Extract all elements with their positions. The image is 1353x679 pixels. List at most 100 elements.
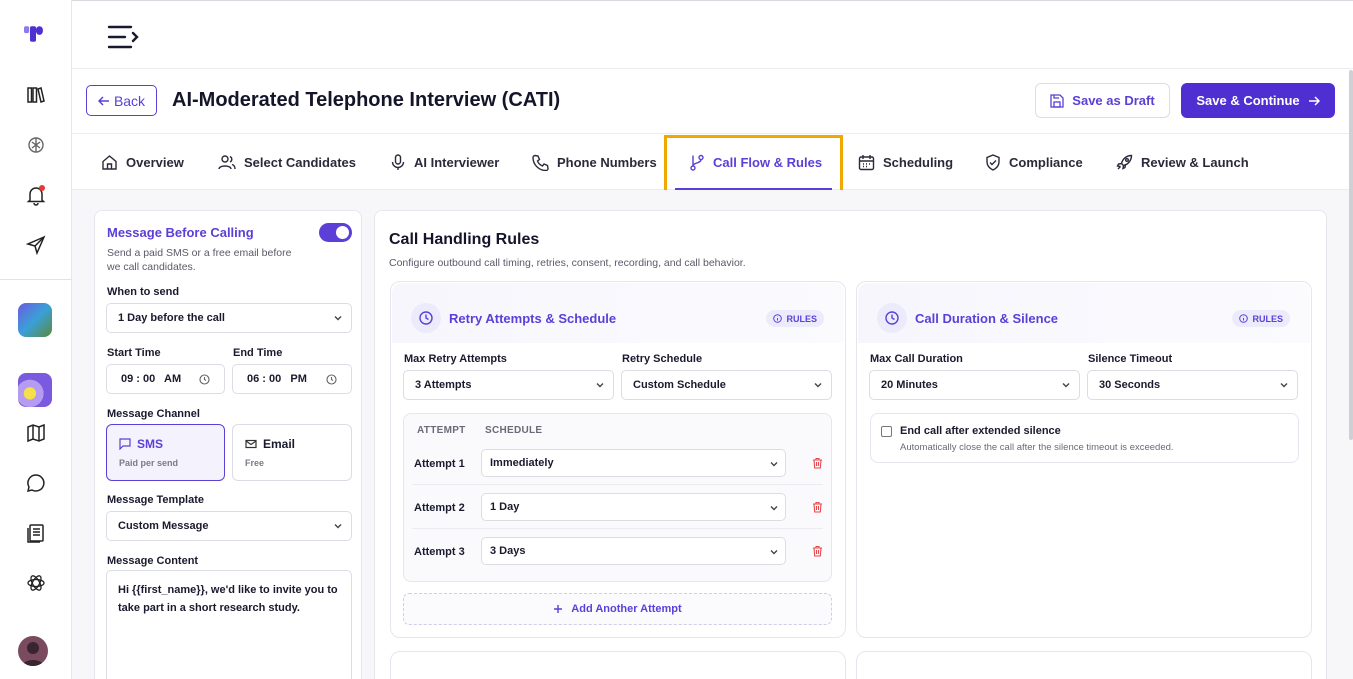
col-attempt-header: ATTEMPT bbox=[417, 425, 466, 436]
library-icon[interactable] bbox=[24, 83, 48, 107]
tab-review-launch[interactable]: Review & Launch bbox=[1116, 134, 1249, 191]
end-call-silence-option[interactable]: End call after extended silence Automati… bbox=[870, 413, 1299, 463]
call-handling-rules-panel: Call Handling Rules Configure outbound c… bbox=[374, 210, 1327, 679]
shield-check-icon bbox=[986, 154, 1000, 171]
desc-line-1: Send a paid SMS or a free email before bbox=[107, 247, 292, 259]
channel-email-option[interactable]: Email Free bbox=[232, 424, 352, 481]
panel-description: Send a paid SMS or a free email before w… bbox=[107, 246, 291, 274]
page-scrollbar[interactable] bbox=[1349, 70, 1353, 440]
workspace-avatar-2[interactable] bbox=[18, 373, 52, 407]
max-call-duration-select[interactable]: 20 Minutes bbox=[869, 370, 1080, 400]
save-draft-button[interactable]: Save as Draft bbox=[1035, 83, 1170, 118]
retry-schedule-label: Retry Schedule bbox=[622, 353, 703, 365]
panel-title: Message Before Calling bbox=[107, 225, 254, 240]
tab-label: Call Flow & Rules bbox=[713, 155, 823, 170]
channel-sms-option[interactable]: SMS Paid per send bbox=[106, 424, 225, 481]
end-time-value: 06 : 00 PM bbox=[247, 373, 307, 385]
start-time-input[interactable]: 09 : 00 AM bbox=[106, 364, 225, 394]
silence-timeout-label: Silence Timeout bbox=[1088, 353, 1173, 365]
openai-icon[interactable] bbox=[24, 133, 48, 157]
attempt-label: Attempt 1 bbox=[414, 458, 465, 470]
documents-icon[interactable] bbox=[24, 521, 48, 545]
workspace-avatar-1[interactable] bbox=[18, 303, 52, 337]
badge-label: RULES bbox=[1252, 313, 1283, 324]
save-icon bbox=[1050, 93, 1064, 108]
chevron-down-icon bbox=[596, 383, 604, 388]
atom-icon[interactable] bbox=[24, 571, 48, 595]
chevron-down-icon bbox=[334, 524, 342, 529]
chat-icon[interactable] bbox=[24, 471, 48, 495]
tab-ai-interviewer[interactable]: AI Interviewer bbox=[390, 134, 499, 191]
tab-label: Scheduling bbox=[883, 155, 954, 170]
brand-logo[interactable] bbox=[24, 22, 48, 46]
arrow-left-icon bbox=[97, 95, 109, 106]
next-rules-card bbox=[390, 651, 846, 679]
tab-label: Phone Numbers bbox=[557, 155, 657, 170]
notification-bell-icon[interactable] bbox=[24, 183, 48, 207]
tab-label: AI Interviewer bbox=[414, 155, 500, 170]
tab-compliance[interactable]: Compliance bbox=[985, 134, 1083, 191]
end-call-checkbox[interactable] bbox=[881, 426, 892, 437]
trash-icon[interactable] bbox=[812, 545, 823, 557]
microphone-icon bbox=[391, 154, 405, 170]
message-template-value: Custom Message bbox=[118, 520, 209, 532]
retry-schedule-select[interactable]: Custom Schedule bbox=[621, 370, 832, 400]
col-schedule-header: SCHEDULE bbox=[485, 425, 543, 436]
add-attempt-button[interactable]: Add Another Attempt bbox=[403, 593, 832, 625]
when-to-send-label: When to send bbox=[107, 286, 180, 298]
user-avatar[interactable] bbox=[18, 636, 48, 666]
map-icon[interactable] bbox=[24, 421, 48, 445]
page-title: AI-Moderated Telephone Interview (CATI) bbox=[172, 89, 561, 111]
end-time-label: End Time bbox=[233, 347, 283, 359]
arrow-right-icon bbox=[1308, 95, 1320, 106]
back-button[interactable]: Back bbox=[86, 85, 157, 116]
add-attempt-label: Add Another Attempt bbox=[571, 603, 682, 615]
top-bar bbox=[72, 0, 1353, 69]
max-retry-select[interactable]: 3 Attempts bbox=[403, 370, 614, 400]
users-icon bbox=[218, 155, 236, 170]
when-to-send-select[interactable]: 1 Day before the call bbox=[106, 303, 352, 333]
message-toggle[interactable] bbox=[319, 223, 352, 242]
message-template-select[interactable]: Custom Message bbox=[106, 511, 352, 541]
rules-title: Call Handling Rules bbox=[389, 231, 540, 248]
tab-label: Overview bbox=[126, 155, 184, 170]
rocket-icon bbox=[1116, 154, 1133, 170]
trash-icon[interactable] bbox=[812, 501, 823, 513]
retry-attempts-card: Retry Attempts & Schedule RULES Max Retr… bbox=[390, 281, 846, 638]
end-call-description: Automatically close the call after the s… bbox=[900, 442, 1174, 453]
message-content-textarea[interactable]: Hi {{first_name}}, we'd like to invite y… bbox=[106, 570, 352, 679]
row-divider bbox=[412, 484, 823, 485]
info-icon bbox=[1239, 314, 1249, 323]
attempt-3-select[interactable]: 3 Days bbox=[481, 537, 786, 565]
back-label: Back bbox=[113, 92, 146, 109]
info-icon bbox=[773, 314, 783, 323]
tab-call-flow-rules[interactable]: Call Flow & Rules bbox=[675, 134, 833, 191]
end-time-input[interactable]: 06 : 00 PM bbox=[232, 364, 352, 394]
send-icon[interactable] bbox=[24, 233, 48, 257]
attempt-value: 1 Day bbox=[490, 501, 520, 513]
tab-select-candidates[interactable]: Select Candidates bbox=[218, 134, 356, 191]
silence-timeout-select[interactable]: 30 Seconds bbox=[1087, 370, 1298, 400]
menu-toggle-icon[interactable] bbox=[107, 25, 139, 54]
tab-overview[interactable]: Overview bbox=[101, 134, 184, 191]
attempt-1-select[interactable]: Immediately bbox=[481, 449, 786, 477]
channel-name: SMS bbox=[137, 437, 164, 451]
next-rules-card bbox=[856, 651, 1312, 679]
trash-icon[interactable] bbox=[812, 457, 823, 469]
save-continue-button[interactable]: Save & Continue bbox=[1181, 83, 1335, 118]
retry-schedule-value: Custom Schedule bbox=[633, 379, 726, 391]
message-square-icon bbox=[119, 438, 131, 450]
rules-badge: RULES bbox=[1232, 310, 1290, 327]
card-title: Call Duration & Silence bbox=[915, 311, 1059, 326]
page-header: Back AI-Moderated Telephone Interview (C… bbox=[72, 69, 1353, 133]
desc-line-2: we call candidates. bbox=[107, 261, 196, 273]
badge-label: RULES bbox=[786, 313, 817, 324]
chevron-down-icon bbox=[814, 383, 822, 388]
tab-phone-numbers[interactable]: Phone Numbers bbox=[532, 134, 657, 191]
tab-scheduling[interactable]: Scheduling bbox=[858, 134, 953, 191]
silence-timeout-value: 30 Seconds bbox=[1099, 379, 1161, 391]
max-retry-label: Max Retry Attempts bbox=[404, 353, 507, 365]
attempt-2-select[interactable]: 1 Day bbox=[481, 493, 786, 521]
clock-icon bbox=[411, 303, 441, 333]
channel-sub: Free bbox=[245, 458, 265, 468]
